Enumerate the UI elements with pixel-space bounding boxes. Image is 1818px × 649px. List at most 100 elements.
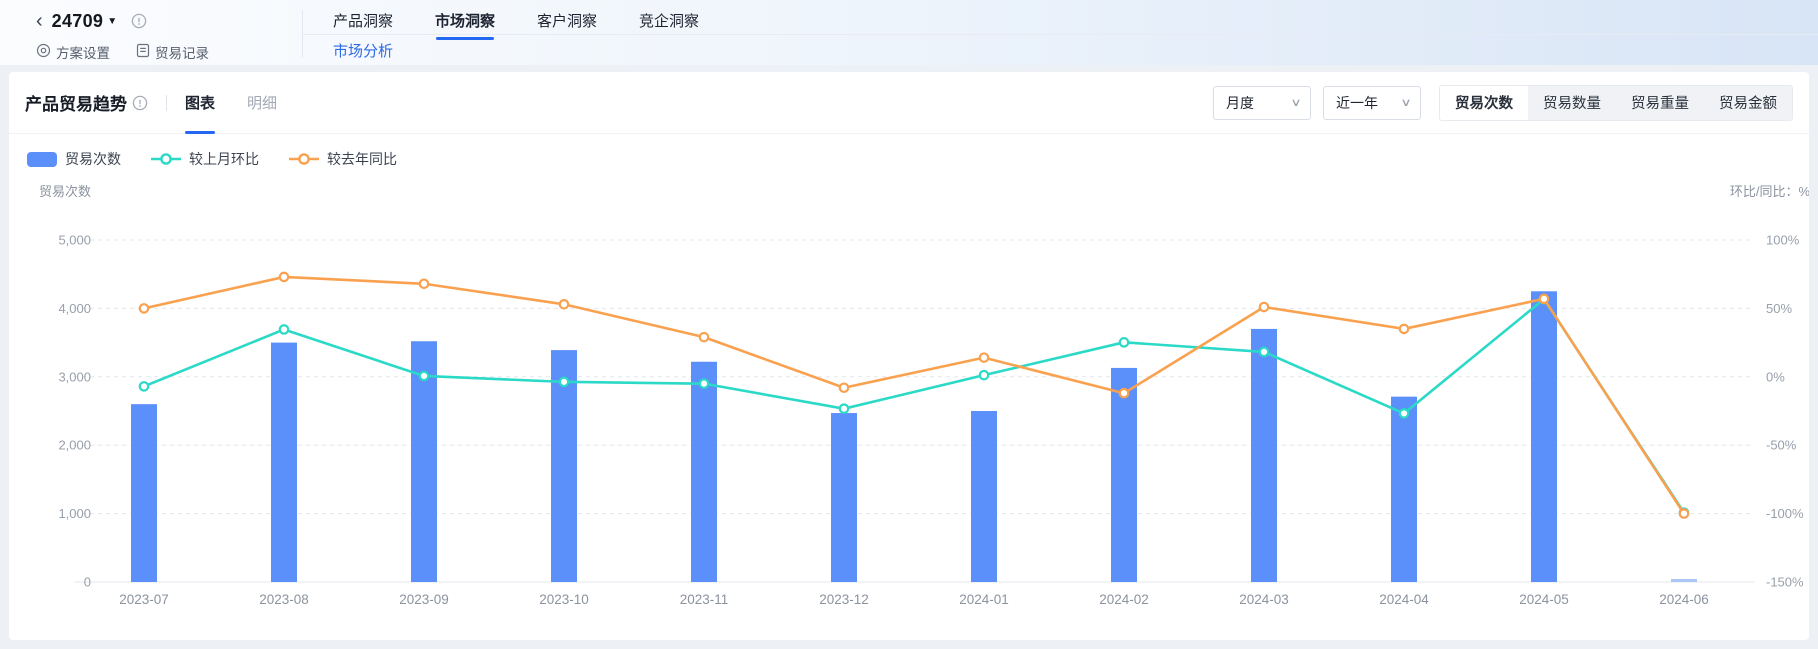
info-icon[interactable] bbox=[131, 13, 147, 29]
point-较上月环比-2024-01[interactable] bbox=[980, 371, 988, 379]
view-tabs: 图表明细 bbox=[185, 72, 309, 133]
point-较上月环比-2024-02[interactable] bbox=[1120, 338, 1128, 346]
metric-segmented-control: 贸易次数贸易数量贸易重量贸易金额 bbox=[1439, 85, 1793, 121]
x-axis-label: 2023-10 bbox=[539, 592, 589, 607]
panel-title: 产品贸易趋势 bbox=[25, 90, 127, 115]
point-较上月环比-2024-03[interactable] bbox=[1260, 348, 1268, 356]
view-tab-明细[interactable]: 明细 bbox=[247, 72, 277, 133]
metric-button-贸易次数[interactable]: 贸易次数 bbox=[1440, 86, 1528, 120]
yoy-line bbox=[144, 277, 1684, 514]
legend-item-贸易次数[interactable]: 贸易次数 bbox=[27, 149, 121, 169]
point-较上月环比-2023-07[interactable] bbox=[140, 382, 148, 390]
x-axis-label: 2024-03 bbox=[1239, 592, 1289, 607]
panel-header: 产品贸易趋势 图表明细 月度∨ 近一年∨ 贸易次数贸易数量贸易重量贸易金额 bbox=[9, 72, 1809, 134]
mom-line bbox=[144, 299, 1684, 513]
bar-2024-02[interactable] bbox=[1111, 368, 1137, 582]
trend-panel: 产品贸易趋势 图表明细 月度∨ 近一年∨ 贸易次数贸易数量贸易重量贸易金额 贸易… bbox=[9, 72, 1809, 640]
right-axis-tick: 50% bbox=[1766, 301, 1792, 316]
point-较去年同比-2024-04[interactable] bbox=[1400, 325, 1408, 333]
bar-2024-03[interactable] bbox=[1251, 329, 1277, 582]
main-tab-客户洞察[interactable]: 客户洞察 bbox=[537, 10, 597, 39]
x-axis-label: 2023-09 bbox=[399, 592, 449, 607]
right-axis-tick: 0% bbox=[1766, 369, 1785, 384]
range-select[interactable]: 近一年∨ bbox=[1323, 86, 1421, 120]
bar-2023-11[interactable] bbox=[691, 362, 717, 582]
chart-legend: 贸易次数 较上月环比 较去年同比 bbox=[9, 134, 1809, 170]
header-left-block: ‹ 24709 ▼ 方案设置 贸易记录 bbox=[0, 0, 302, 65]
bar-2023-07[interactable] bbox=[131, 404, 157, 582]
view-tab-图表[interactable]: 图表 bbox=[185, 72, 215, 133]
page-title: 24709 bbox=[52, 11, 104, 32]
point-较去年同比-2023-11[interactable] bbox=[700, 333, 708, 341]
caret-down-icon[interactable]: ▼ bbox=[107, 16, 117, 27]
legend-item-较上月环比[interactable]: 较上月环比 bbox=[151, 149, 259, 169]
panel-info-icon[interactable] bbox=[132, 95, 148, 111]
back-icon[interactable]: ‹ bbox=[36, 11, 43, 31]
right-axis-tick: 100% bbox=[1766, 233, 1800, 248]
legend-line-swatch bbox=[151, 151, 181, 167]
bar-2023-12[interactable] bbox=[831, 413, 857, 582]
bar-2024-04[interactable] bbox=[1391, 397, 1417, 582]
bar-2023-08[interactable] bbox=[271, 343, 297, 582]
point-较去年同比-2024-05[interactable] bbox=[1540, 295, 1548, 303]
document-icon bbox=[136, 43, 150, 61]
bar-2024-06[interactable] bbox=[1671, 579, 1697, 582]
legend-line-swatch bbox=[289, 151, 319, 167]
point-较上月环比-2024-04[interactable] bbox=[1400, 409, 1408, 417]
left-axis-tick: 0 bbox=[84, 575, 91, 590]
main-tabs: 产品洞察市场洞察客户洞察竞企洞察 bbox=[303, 0, 1818, 35]
x-axis-label: 2024-04 bbox=[1379, 592, 1429, 607]
point-较去年同比-2024-06[interactable] bbox=[1680, 509, 1688, 517]
point-较去年同比-2023-08[interactable] bbox=[280, 273, 288, 281]
left-axis-tick: 5,000 bbox=[58, 233, 91, 248]
point-较去年同比-2023-09[interactable] bbox=[420, 280, 428, 288]
chart-svg: 贸易次数环比/同比：%0-150%1,000-100%2,000-50%3,00… bbox=[18, 174, 1809, 626]
bar-2024-05[interactable] bbox=[1531, 291, 1557, 582]
right-axis-title: 环比/同比：% bbox=[1730, 184, 1809, 199]
metric-button-贸易金额[interactable]: 贸易金额 bbox=[1704, 86, 1792, 120]
point-较去年同比-2024-02[interactable] bbox=[1120, 389, 1128, 397]
period-select[interactable]: 月度∨ bbox=[1213, 86, 1311, 120]
trade-record-button[interactable]: 贸易记录 bbox=[136, 42, 209, 62]
x-axis-label: 2023-11 bbox=[680, 592, 729, 607]
x-axis-label: 2023-08 bbox=[259, 592, 309, 607]
legend-item-较去年同比[interactable]: 较去年同比 bbox=[289, 149, 397, 169]
point-较上月环比-2023-11[interactable] bbox=[700, 379, 708, 387]
header-right-block: 产品洞察市场洞察客户洞察竞企洞察 市场分析 bbox=[303, 0, 1818, 65]
right-axis-tick: -50% bbox=[1766, 438, 1797, 453]
header-toolbar: 方案设置 贸易记录 bbox=[36, 42, 302, 62]
chevron-down-icon: ∨ bbox=[1290, 96, 1301, 109]
scheme-settings-button[interactable]: 方案设置 bbox=[36, 42, 110, 62]
right-axis-tick: -150% bbox=[1766, 575, 1804, 590]
app-root: ‹ 24709 ▼ 方案设置贸易记录 产品洞察市场洞察客户洞察竞企洞察 市场分析… bbox=[0, 0, 1818, 640]
point-较去年同比-2024-01[interactable] bbox=[980, 353, 988, 361]
settings-icon bbox=[36, 43, 51, 61]
left-axis-title: 贸易次数 bbox=[39, 184, 91, 199]
main-tab-市场洞察[interactable]: 市场洞察 bbox=[435, 10, 495, 39]
bar-2024-01[interactable] bbox=[971, 411, 997, 582]
point-较去年同比-2024-03[interactable] bbox=[1260, 303, 1268, 311]
point-较去年同比-2023-10[interactable] bbox=[560, 300, 568, 308]
metric-button-贸易数量[interactable]: 贸易数量 bbox=[1528, 86, 1616, 120]
x-axis-label: 2024-02 bbox=[1099, 592, 1149, 607]
main-tab-产品洞察[interactable]: 产品洞察 bbox=[333, 10, 393, 39]
point-较上月环比-2023-09[interactable] bbox=[420, 372, 428, 380]
right-axis-tick: -100% bbox=[1766, 506, 1804, 521]
x-axis-label: 2024-06 bbox=[1659, 592, 1709, 607]
point-较去年同比-2023-07[interactable] bbox=[140, 304, 148, 312]
x-axis-label: 2023-12 bbox=[819, 592, 869, 607]
top-header: ‹ 24709 ▼ 方案设置贸易记录 产品洞察市场洞察客户洞察竞企洞察 市场分析 bbox=[0, 0, 1818, 65]
subtab-market-analysis[interactable]: 市场分析 bbox=[333, 40, 393, 61]
point-较上月环比-2023-08[interactable] bbox=[280, 325, 288, 333]
point-较去年同比-2023-12[interactable] bbox=[840, 384, 848, 392]
left-axis-tick: 3,000 bbox=[58, 369, 91, 384]
point-较上月环比-2023-12[interactable] bbox=[840, 404, 848, 412]
left-axis-tick: 1,000 bbox=[58, 506, 91, 521]
metric-button-贸易重量[interactable]: 贸易重量 bbox=[1616, 86, 1704, 120]
main-tab-竞企洞察[interactable]: 竞企洞察 bbox=[639, 10, 699, 39]
x-axis-label: 2023-07 bbox=[119, 592, 169, 607]
x-axis-label: 2024-05 bbox=[1519, 592, 1569, 607]
legend-bar-swatch bbox=[27, 152, 57, 167]
chevron-down-icon: ∨ bbox=[1400, 96, 1411, 109]
point-较上月环比-2023-10[interactable] bbox=[560, 378, 568, 386]
